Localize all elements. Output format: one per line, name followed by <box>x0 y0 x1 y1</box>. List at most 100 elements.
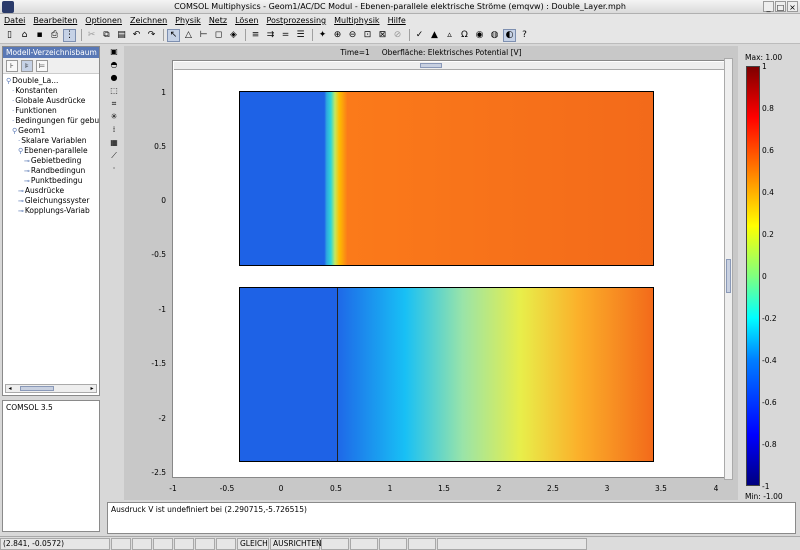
plot-icon[interactable]: ◍ <box>488 29 501 42</box>
status-field[interactable] <box>174 537 194 550</box>
scroll-thumb[interactable] <box>726 259 731 293</box>
zoom-selected-icon[interactable]: ⊘ <box>391 29 404 42</box>
tree-detail-view-icon[interactable]: ⊨ <box>36 59 48 72</box>
minimize-icon[interactable]: _ <box>763 1 774 12</box>
menu-zeichnen[interactable]: Zeichnen <box>130 14 167 27</box>
mesh-icon[interactable]: ▲ <box>428 29 441 42</box>
close-icon[interactable]: × <box>787 1 798 12</box>
check-icon[interactable]: ✓ <box>413 29 426 42</box>
menu-datei[interactable]: Datei <box>4 14 25 27</box>
subdomain-mode-icon[interactable]: ◈ <box>227 29 240 42</box>
copy-icon[interactable]: ⧉ <box>100 29 113 42</box>
omega-icon[interactable]: Ω <box>458 29 471 42</box>
menu-physik[interactable]: Physik <box>175 14 201 27</box>
sphere-plot-icon[interactable]: ● <box>109 72 120 83</box>
restart-icon[interactable]: ◉ <box>473 29 486 42</box>
tree-node[interactable]: ⚲Ebenen-parallele <box>3 146 99 156</box>
tree-node[interactable]: ⊸Randbedingun <box>3 166 99 176</box>
print-icon[interactable]: ⎙ <box>48 29 61 42</box>
status-field[interactable] <box>132 537 152 550</box>
maximize-icon[interactable]: □ <box>775 1 786 12</box>
scroll-thumb[interactable] <box>420 63 442 68</box>
colorbar-tick-label: -0.6 <box>762 398 777 407</box>
select-pointer-icon[interactable]: ↖ <box>167 28 180 42</box>
zoom-out-icon[interactable]: ⊖ <box>346 29 359 42</box>
help-icon[interactable]: ? <box>518 29 531 42</box>
tree-node-label: Kopplungs-Variab <box>24 206 90 215</box>
new-file-icon[interactable]: ▯ <box>3 29 16 42</box>
menu-bearbeiten[interactable]: Bearbeiten <box>33 14 77 27</box>
tree-hierarchy-view-icon[interactable]: ⊧ <box>21 59 33 72</box>
plot-vertical-scrollbar[interactable] <box>724 58 733 480</box>
draw-mode-icon[interactable]: △ <box>182 29 195 42</box>
mesh-plot-icon[interactable]: ⬚ <box>109 85 120 96</box>
colorbar-tick-label: 1 <box>762 62 767 71</box>
menu-netz[interactable]: Netz <box>209 14 227 27</box>
status-field[interactable] <box>195 537 215 550</box>
point-plot-icon[interactable]: · <box>109 163 120 174</box>
tree-node[interactable]: ·Globale Ausdrücke <box>3 96 99 106</box>
streamline-icon[interactable]: ⌗ <box>109 98 120 109</box>
plot-parameters-icon[interactable]: ▣ <box>109 46 120 57</box>
menu-optionen[interactable]: Optionen <box>85 14 122 27</box>
zoom-extents-icon[interactable]: ⊠ <box>376 29 389 42</box>
plot-horizontal-scrollbar[interactable] <box>174 62 724 70</box>
save-icon[interactable]: ▪ <box>33 29 46 42</box>
tree-node[interactable]: ⊸Punktbedingu <box>3 176 99 186</box>
menu-loesen[interactable]: Lösen <box>235 14 258 27</box>
x-tick-label: 2 <box>496 484 502 493</box>
status-field[interactable] <box>321 537 349 550</box>
menu-postprozessing[interactable]: Postprozessing <box>266 14 326 27</box>
animate-icon[interactable]: ▦ <box>109 137 120 148</box>
paste-icon[interactable]: ▤ <box>115 29 128 42</box>
status-field[interactable] <box>350 537 378 550</box>
surface-plot-icon[interactable]: ◓ <box>109 59 120 70</box>
equal-icon[interactable]: = <box>279 29 292 42</box>
line-plot-icon[interactable]: ⟋ <box>109 150 120 161</box>
boundary-mode-icon[interactable]: ◻ <box>212 29 225 42</box>
tree-horizontal-scrollbar[interactable]: ◂ ▸ <box>5 384 97 393</box>
tree-node[interactable]: ⚲Double_La... <box>3 76 99 86</box>
refine-mesh-icon[interactable]: ▵ <box>443 29 456 42</box>
tree-node[interactable]: ⊸Gebietbeding <box>3 156 99 166</box>
model-tree-toggle-icon[interactable]: ⋮ <box>63 28 76 42</box>
tree-node[interactable]: ⊸Ausdrücke <box>3 186 99 196</box>
status-field[interactable] <box>111 537 131 550</box>
tree-node[interactable]: ⊸Gleichungssyster <box>3 196 99 206</box>
colorbar-tick-label: 0.4 <box>762 188 774 197</box>
point-mode-icon[interactable]: ⊢ <box>197 29 210 42</box>
align-icon[interactable]: ☰ <box>294 29 307 42</box>
redo-icon[interactable]: ↷ <box>145 29 158 42</box>
menu-hilfe[interactable]: Hilfe <box>388 14 406 27</box>
scroll-thumb[interactable] <box>20 386 54 391</box>
cut-icon[interactable]: ✂ <box>85 29 98 42</box>
plot-canvas[interactable] <box>172 60 729 478</box>
status-field[interactable] <box>379 537 407 550</box>
postprocessing-icon[interactable]: ◐ <box>503 28 516 42</box>
equation-icon[interactable]: ≡ <box>249 29 262 42</box>
tree-node[interactable]: ⊸Kopplungs-Variab <box>3 206 99 216</box>
solve-icon[interactable]: ✦ <box>316 29 329 42</box>
status-ausrichten-toggle[interactable]: AUSRICHTEN <box>270 537 322 550</box>
status-field[interactable] <box>153 537 173 550</box>
arrow-plot-icon[interactable]: ✳ <box>109 111 120 122</box>
tree-node[interactable]: ·Funktionen <box>3 106 99 116</box>
zoom-in-icon[interactable]: ⊕ <box>331 29 344 42</box>
deformation-icon[interactable]: ⁞ <box>109 124 120 135</box>
status-gleich-toggle[interactable]: GLEICH <box>237 537 269 550</box>
menu-multiphysik[interactable]: Multiphysik <box>334 14 379 27</box>
scroll-right-icon[interactable]: ▸ <box>88 385 96 392</box>
undo-icon[interactable]: ↶ <box>130 29 143 42</box>
status-field[interactable] <box>216 537 236 550</box>
open-file-icon[interactable]: ⌂ <box>18 29 31 42</box>
tree-node[interactable]: ·Skalare Variablen <box>3 136 99 146</box>
zoom-box-icon[interactable]: ⊡ <box>361 29 374 42</box>
tree-node[interactable]: ·Bedingungen für gebu <box>3 116 99 126</box>
scroll-left-icon[interactable]: ◂ <box>6 385 14 392</box>
tree-node[interactable]: ⚲Geom1 <box>3 126 99 136</box>
status-field[interactable] <box>437 537 587 550</box>
tree-node[interactable]: ·Konstanten <box>3 86 99 96</box>
boundary-eq-icon[interactable]: ⇉ <box>264 29 277 42</box>
status-field[interactable] <box>408 537 436 550</box>
tree-flat-view-icon[interactable]: ⊦ <box>6 59 18 72</box>
